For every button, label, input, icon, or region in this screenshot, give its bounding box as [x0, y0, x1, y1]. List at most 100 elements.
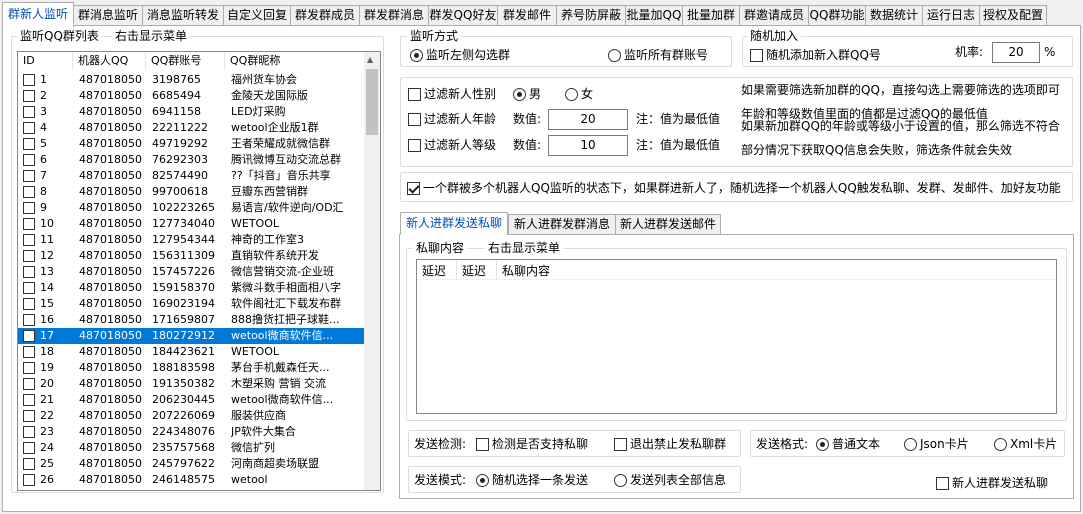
- table-row[interactable]: 26 487018050 246148575 wetool: [18, 472, 366, 488]
- row-checkbox[interactable]: [23, 282, 35, 294]
- row-checkbox[interactable]: [23, 266, 35, 278]
- format-plain-radio[interactable]: [816, 438, 829, 451]
- gender-female-option[interactable]: 女: [565, 86, 593, 102]
- tab-14[interactable]: 数据统计: [865, 5, 923, 26]
- format-xml-option[interactable]: Xml卡片: [994, 436, 1057, 452]
- tab-10[interactable]: 批量加QQ: [625, 5, 683, 26]
- private-chat-column-1[interactable]: 延迟: [417, 260, 457, 280]
- monitor-left-option[interactable]: 监听左侧勾选群: [410, 47, 510, 63]
- tab-7[interactable]: 群发QQ好友: [428, 5, 498, 26]
- row-checkbox[interactable]: [23, 442, 35, 454]
- random-join-checkbox[interactable]: [750, 49, 763, 62]
- table-row[interactable]: 25 487018050 245797622 河南商超卖场联盟: [18, 456, 366, 472]
- table-row[interactable]: 23 487018050 224348076 JP软件大集合: [18, 424, 366, 440]
- inner-tab-1[interactable]: 新人进群发送私聊: [400, 212, 508, 235]
- row-checkbox[interactable]: [23, 330, 35, 342]
- random-join-option[interactable]: 随机添加新入群QQ号: [750, 47, 881, 63]
- gender-female-radio[interactable]: [565, 88, 578, 101]
- row-checkbox[interactable]: [23, 410, 35, 422]
- row-checkbox[interactable]: [23, 426, 35, 438]
- inner-tab-2[interactable]: 新人进群发群消息: [508, 214, 616, 234]
- group-list-view[interactable]: ID 机器人QQ QQ群账号 QQ群昵称 1 487018050 3198765 福州货车协…: [17, 51, 381, 491]
- group-list-column-4[interactable]: QQ群昵称: [225, 52, 366, 70]
- tab-9[interactable]: 养号防屏蔽: [556, 5, 626, 26]
- table-row[interactable]: 15 487018050 169023194 软件阁社汇下载发布群: [18, 296, 366, 312]
- format-xml-radio[interactable]: [994, 438, 1007, 451]
- table-row[interactable]: 14 487018050 159158370 紫微斗数手相面相八字: [18, 280, 366, 296]
- table-row[interactable]: 4 487018050 22211222 wetool企业版1群: [18, 120, 366, 136]
- tab-5[interactable]: 群发群成员: [290, 5, 360, 26]
- mode-all-radio[interactable]: [614, 474, 627, 487]
- tab-2[interactable]: 群消息监听: [73, 5, 143, 26]
- row-checkbox[interactable]: [23, 138, 35, 150]
- filter-gender-checkbox[interactable]: [408, 88, 421, 101]
- group-list-column-2[interactable]: 机器人QQ: [73, 52, 146, 70]
- gender-male-radio[interactable]: [513, 88, 526, 101]
- gender-male-option[interactable]: 男: [513, 86, 541, 102]
- private-chat-column-3[interactable]: 私聊内容: [497, 260, 697, 280]
- table-row[interactable]: 21 487018050 206230445 wetool微商软件信...: [18, 392, 366, 408]
- monitor-all-option[interactable]: 监听所有群账号: [608, 47, 708, 63]
- row-checkbox[interactable]: [23, 458, 35, 470]
- tab-8[interactable]: 群发邮件: [497, 5, 557, 26]
- tab-3[interactable]: 消息监听转发: [142, 5, 224, 26]
- inner-tab-3[interactable]: 新人进群发送邮件: [615, 214, 721, 234]
- table-row[interactable]: 22 487018050 207226069 服装供应商: [18, 408, 366, 424]
- tab-6[interactable]: 群发群消息: [359, 5, 429, 26]
- row-checkbox[interactable]: [23, 154, 35, 166]
- table-row[interactable]: 11 487018050 127954344 神奇的工作室3: [18, 232, 366, 248]
- rate-input[interactable]: 20: [992, 42, 1040, 63]
- table-row[interactable]: 3 487018050 6941158 LED灯采购: [18, 104, 366, 120]
- row-checkbox[interactable]: [23, 186, 35, 198]
- filter-gender-option[interactable]: 过滤新人性别: [408, 86, 496, 102]
- table-row[interactable]: 18 487018050 184423621 WETOOL: [18, 344, 366, 360]
- table-row[interactable]: 9 487018050 102223265 易语言/软件逆向/OD汇: [18, 200, 366, 216]
- tab-4[interactable]: 自定义回复: [223, 5, 291, 26]
- tab-13[interactable]: QQ群功能: [808, 5, 866, 26]
- check-support-checkbox[interactable]: [476, 438, 489, 451]
- tab-11[interactable]: 批量加群: [682, 5, 740, 26]
- table-row[interactable]: 6 487018050 76292303 腾讯微博互动交流总群: [18, 152, 366, 168]
- row-checkbox[interactable]: [23, 106, 35, 118]
- row-checkbox[interactable]: [23, 234, 35, 246]
- row-checkbox[interactable]: [23, 90, 35, 102]
- enable-private-chat-option[interactable]: 新人进群发送私聊: [936, 475, 1048, 491]
- scroll-thumb[interactable]: [366, 69, 378, 135]
- table-row[interactable]: 1 487018050 3198765 福州货车协会: [18, 72, 366, 88]
- check-support-option[interactable]: 检测是否支持私聊: [476, 436, 588, 452]
- row-checkbox[interactable]: [23, 74, 35, 86]
- group-list-column-3[interactable]: QQ群账号: [146, 52, 225, 70]
- row-checkbox[interactable]: [23, 122, 35, 134]
- enable-private-chat-checkbox[interactable]: [936, 477, 949, 490]
- age-value-input[interactable]: 20: [548, 109, 628, 130]
- mode-all-option[interactable]: 发送列表全部信息: [614, 472, 726, 488]
- group-list-scrollbar[interactable]: ▲: [364, 52, 380, 490]
- level-value-input[interactable]: 10: [548, 135, 628, 156]
- mode-random-radio[interactable]: [476, 474, 489, 487]
- exit-forbidden-checkbox[interactable]: [614, 438, 627, 451]
- table-row[interactable]: 10 487018050 127734040 WETOOL: [18, 216, 366, 232]
- table-row[interactable]: 2 487018050 6685494 金陵天龙国际版: [18, 88, 366, 104]
- filter-level-option[interactable]: 过滤新人等级: [408, 137, 496, 153]
- format-plain-option[interactable]: 普通文本: [816, 436, 880, 452]
- group-list-column-1[interactable]: ID: [18, 52, 73, 70]
- row-checkbox[interactable]: [23, 170, 35, 182]
- monitor-all-radio[interactable]: [608, 49, 621, 62]
- table-row[interactable]: 20 487018050 191350382 木塑采购 营销 交流: [18, 376, 366, 392]
- row-checkbox[interactable]: [23, 362, 35, 374]
- table-row[interactable]: 24 487018050 235757568 微信扩列: [18, 440, 366, 456]
- table-row[interactable]: 13 487018050 157457226 微信营销交流-企业班: [18, 264, 366, 280]
- multi-robot-option[interactable]: 一个群被多个机器人QQ监听的状态下，如果群进新人了，随机选择一个机器人QQ触发私…: [407, 180, 1061, 196]
- row-checkbox[interactable]: [23, 474, 35, 486]
- tab-15[interactable]: 运行日志: [922, 5, 980, 26]
- tab-1[interactable]: 群新人监听: [2, 2, 74, 27]
- table-row[interactable]: 5 487018050 49719292 王者荣耀成就微信群: [18, 136, 366, 152]
- row-checkbox[interactable]: [23, 378, 35, 390]
- row-checkbox[interactable]: [23, 346, 35, 358]
- format-json-radio[interactable]: [904, 438, 917, 451]
- table-row[interactable]: 19 487018050 188183598 茅台手机戴森任天...: [18, 360, 366, 376]
- scroll-up-icon[interactable]: ▲: [367, 55, 373, 64]
- row-checkbox[interactable]: [23, 314, 35, 326]
- table-row[interactable]: 12 487018050 156311309 直销软件系统开发: [18, 248, 366, 264]
- row-checkbox[interactable]: [23, 394, 35, 406]
